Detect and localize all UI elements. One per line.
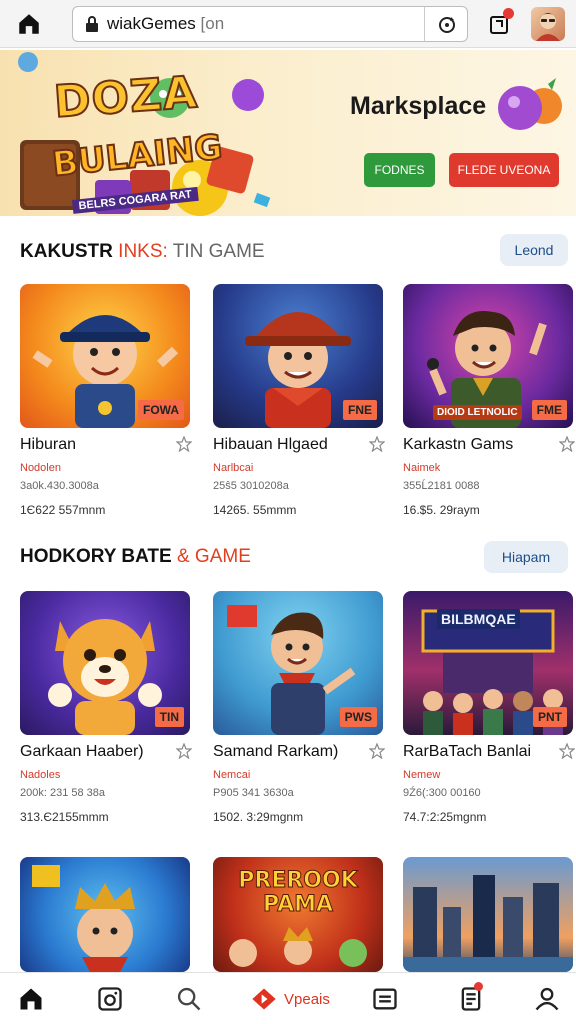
favorite-star-icon[interactable] <box>559 743 575 759</box>
banner-logo-line1: DOZA <box>51 66 200 129</box>
thumbnail-banner: BILBMQAE <box>437 609 520 629</box>
game-stat: 313.Є2155mmm <box>20 810 109 824</box>
game-thumbnail <box>403 857 573 972</box>
game-title: Hibauan Hlgaed <box>213 436 328 453</box>
section-title: HODKORY BATE & GAME <box>20 546 251 567</box>
banner-secondary-button[interactable]: FLEDE UVEONA <box>449 153 559 187</box>
game-thumbnail: TIN <box>20 591 190 735</box>
thumbnail-badge: FOWA <box>138 400 184 420</box>
game-title: Garkaan Haaber) <box>20 743 144 760</box>
favorite-star-icon[interactable] <box>369 743 385 759</box>
favorite-star-icon[interactable] <box>559 436 575 452</box>
favorite-star-icon[interactable] <box>176 743 192 759</box>
game-thumbnail: BILBMQAE PNT <box>403 591 573 735</box>
game-title: Hiburan <box>20 436 77 453</box>
thumbnail-banner: DIOID LETNOLIC <box>433 405 522 420</box>
game-meta: 9Ź6(:300 00160 <box>403 787 481 799</box>
thumbnail-badge: TIN <box>154 707 184 727</box>
nav-news-icon[interactable] <box>371 985 399 1013</box>
game-meta: 3a0k.430.3008a <box>20 480 99 492</box>
home-icon[interactable] <box>16 11 42 37</box>
section-title: KAKUSTR INKS: TIN GAME <box>20 241 265 262</box>
game-stat: 1502. 3:29mgnm <box>213 810 304 824</box>
address-bar[interactable]: wiakGemes [on <box>72 6 468 42</box>
favorite-star-icon[interactable] <box>176 436 192 452</box>
game-thumbnail: PREROOK PAMA <box>213 857 383 972</box>
section-more-button[interactable]: Hiapam <box>484 541 568 573</box>
reload-icon[interactable] <box>437 15 457 35</box>
url-divider <box>424 7 425 41</box>
game-title: Samand Rarkam) <box>213 743 339 760</box>
thumbnail-badge: PNT <box>533 707 567 727</box>
game-category: Naimek <box>403 462 441 474</box>
game-meta: P905 341 3630a <box>213 787 294 799</box>
game-meta: 25ŝ5 3010208a <box>213 480 289 492</box>
banner-title: Marksplace <box>350 92 487 120</box>
game-category: Nodolen <box>20 462 61 474</box>
favorite-star-icon[interactable] <box>369 436 385 452</box>
game-category: Nemew <box>403 769 441 781</box>
hero-banner[interactable]: DOZA BULAING BELRS COGARA RAT <box>0 50 576 216</box>
thumbnail-badge: FME <box>531 400 567 420</box>
game-title: RarBaTach Banlai <box>403 743 532 760</box>
thumbnail-badge: FNE <box>343 400 377 420</box>
bottom-navigation: Vpeais <box>0 972 576 1024</box>
nav-live[interactable]: Vpeais <box>250 985 330 1013</box>
game-thumbnail: PWS <box>213 591 383 735</box>
nav-media-icon[interactable] <box>96 985 124 1013</box>
game-stat: 74.7:2:25mgnm <box>403 810 487 824</box>
lock-icon <box>86 16 98 32</box>
game-meta: 355Ĺ2181 0088 <box>403 480 480 492</box>
game-stat: 16.$5. 29raym <box>403 503 480 517</box>
game-category: Nadoles <box>20 769 61 781</box>
browser-toolbar: wiakGemes [on <box>0 0 576 48</box>
nav-home-icon[interactable] <box>17 985 45 1013</box>
url-text: wiakGemes [on <box>107 14 225 33</box>
nav-profile-icon[interactable] <box>533 985 561 1013</box>
game-category: Nemcai <box>213 769 251 781</box>
banner-primary-button[interactable]: FODNES <box>364 153 435 187</box>
game-category: Narlbcai <box>213 462 254 474</box>
game-thumbnail: FNE <box>213 284 383 428</box>
avatar[interactable] <box>531 7 565 41</box>
nav-search-icon[interactable] <box>175 985 203 1013</box>
live-icon <box>252 988 276 1010</box>
game-thumbnail: FOWA <box>20 284 190 428</box>
game-meta: 200k: 231 58 38a <box>20 787 106 799</box>
notes-badge <box>474 982 483 991</box>
game-stat: 14265. 55mmm <box>213 503 297 517</box>
game-thumbnail <box>20 857 190 972</box>
notification-badge <box>503 8 514 19</box>
game-stat: 1Є622 557mnm <box>20 503 106 517</box>
balloons-icon <box>498 78 562 130</box>
game-title: Karkastn Gams <box>403 436 514 453</box>
section-more-button[interactable]: Leond <box>500 234 568 266</box>
thumbnail-badge: PWS <box>339 707 377 727</box>
game-thumbnail: DIOID LETNOLIC FME <box>403 284 573 428</box>
